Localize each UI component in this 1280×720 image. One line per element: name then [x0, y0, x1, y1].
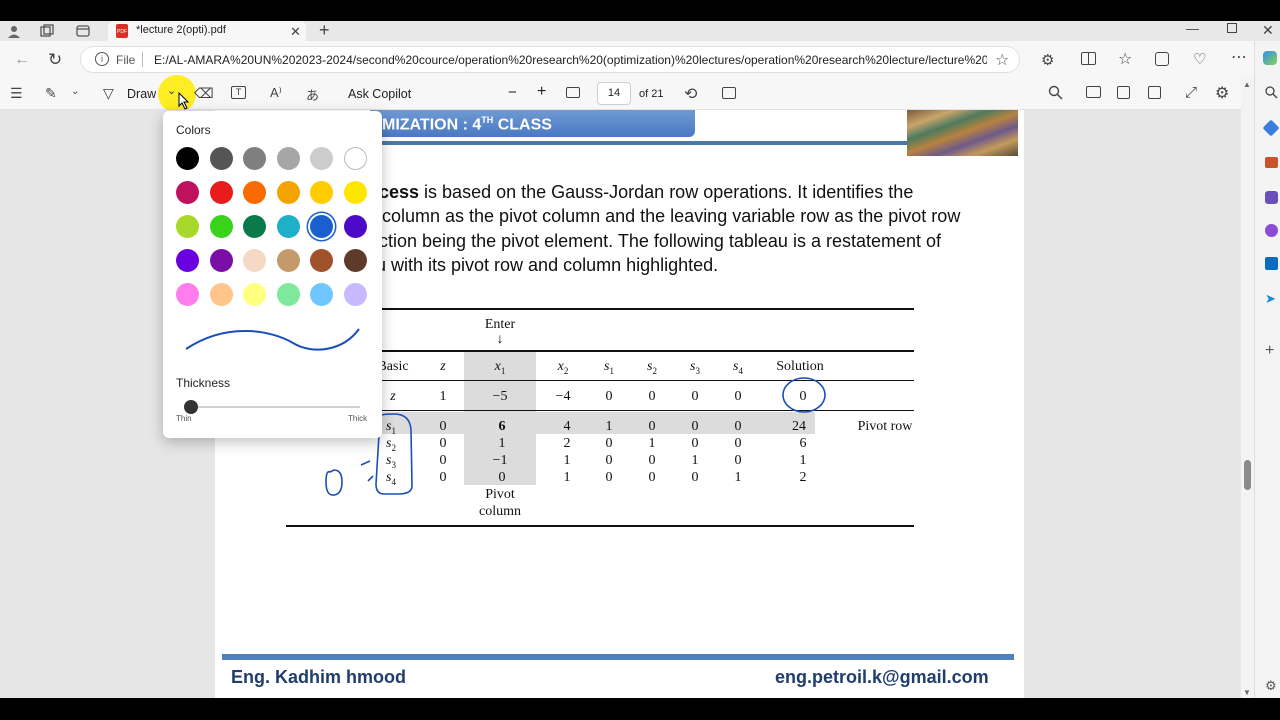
- color-swatch[interactable]: [344, 147, 367, 170]
- edge-sidebar: [1254, 41, 1280, 700]
- color-swatch[interactable]: [176, 215, 199, 238]
- thickness-slider-handle[interactable]: [184, 400, 198, 414]
- vertical-scrollbar[interactable]: [1241, 77, 1254, 700]
- thickness-track: [184, 406, 360, 408]
- sidebar-m365-icon[interactable]: [1265, 224, 1278, 237]
- color-swatch[interactable]: [276, 283, 300, 306]
- bottom-black-bar: [0, 698, 1280, 720]
- color-swatch[interactable]: [344, 283, 367, 306]
- color-swatch[interactable]: [310, 283, 334, 306]
- footer-author: Eng. Kadhim hmood: [231, 667, 406, 687]
- color-swatch[interactable]: [176, 283, 199, 306]
- thin-label: Thin: [176, 414, 192, 423]
- color-swatch[interactable]: [310, 215, 334, 238]
- stroke-preview: [185, 328, 360, 351]
- color-swatch[interactable]: [243, 181, 267, 204]
- sidebar-copilot-icon[interactable]: [1263, 51, 1277, 65]
- color-swatch[interactable]: [243, 249, 267, 272]
- color-swatch[interactable]: [310, 249, 334, 272]
- color-swatch[interactable]: [310, 147, 334, 170]
- color-swatch[interactable]: [243, 147, 267, 170]
- footer-email: eng.petroil.k@gmail.com: [775, 667, 989, 687]
- sidebar-send-icon[interactable]: ➤: [1265, 291, 1276, 307]
- thick-label: Thick: [348, 414, 368, 423]
- color-swatch[interactable]: [176, 249, 199, 272]
- sidebar-tools-icon[interactable]: [1265, 157, 1278, 168]
- colors-label: Colors: [176, 123, 211, 137]
- sidebar-search-icon[interactable]: [1265, 86, 1278, 104]
- sidebar-outlook-icon[interactable]: [1265, 257, 1278, 270]
- color-swatch[interactable]: [209, 249, 233, 272]
- color-swatch[interactable]: [209, 215, 233, 238]
- scroll-up-icon[interactable]: ▲: [1243, 80, 1251, 89]
- sidebar-games-icon[interactable]: [1265, 191, 1278, 204]
- color-swatch[interactable]: [209, 147, 233, 170]
- color-swatch[interactable]: [176, 147, 199, 170]
- color-swatch[interactable]: [243, 283, 267, 306]
- color-swatch[interactable]: [276, 215, 300, 238]
- color-swatch[interactable]: [276, 181, 300, 204]
- draw-options-popup: Colors Thickness Thin Thick: [163, 111, 382, 438]
- footer-rule: [222, 654, 1014, 660]
- color-swatch[interactable]: [344, 215, 367, 238]
- thickness-label: Thickness: [176, 376, 231, 390]
- color-swatch[interactable]: [176, 181, 199, 204]
- color-swatch[interactable]: [310, 181, 334, 204]
- sidebar-add-icon[interactable]: +: [1265, 342, 1274, 360]
- color-swatch[interactable]: [276, 249, 300, 272]
- color-swatch[interactable]: [243, 215, 267, 238]
- color-swatch[interactable]: [276, 147, 300, 170]
- color-swatch[interactable]: [209, 181, 233, 204]
- color-swatch[interactable]: [344, 181, 367, 204]
- scroll-down-icon[interactable]: ▼: [1243, 688, 1251, 697]
- scrollbar-thumb[interactable]: [1244, 460, 1251, 490]
- color-swatch[interactable]: [344, 249, 367, 272]
- sidebar-settings-icon[interactable]: ⚙: [1265, 678, 1277, 694]
- color-swatch[interactable]: [209, 283, 233, 306]
